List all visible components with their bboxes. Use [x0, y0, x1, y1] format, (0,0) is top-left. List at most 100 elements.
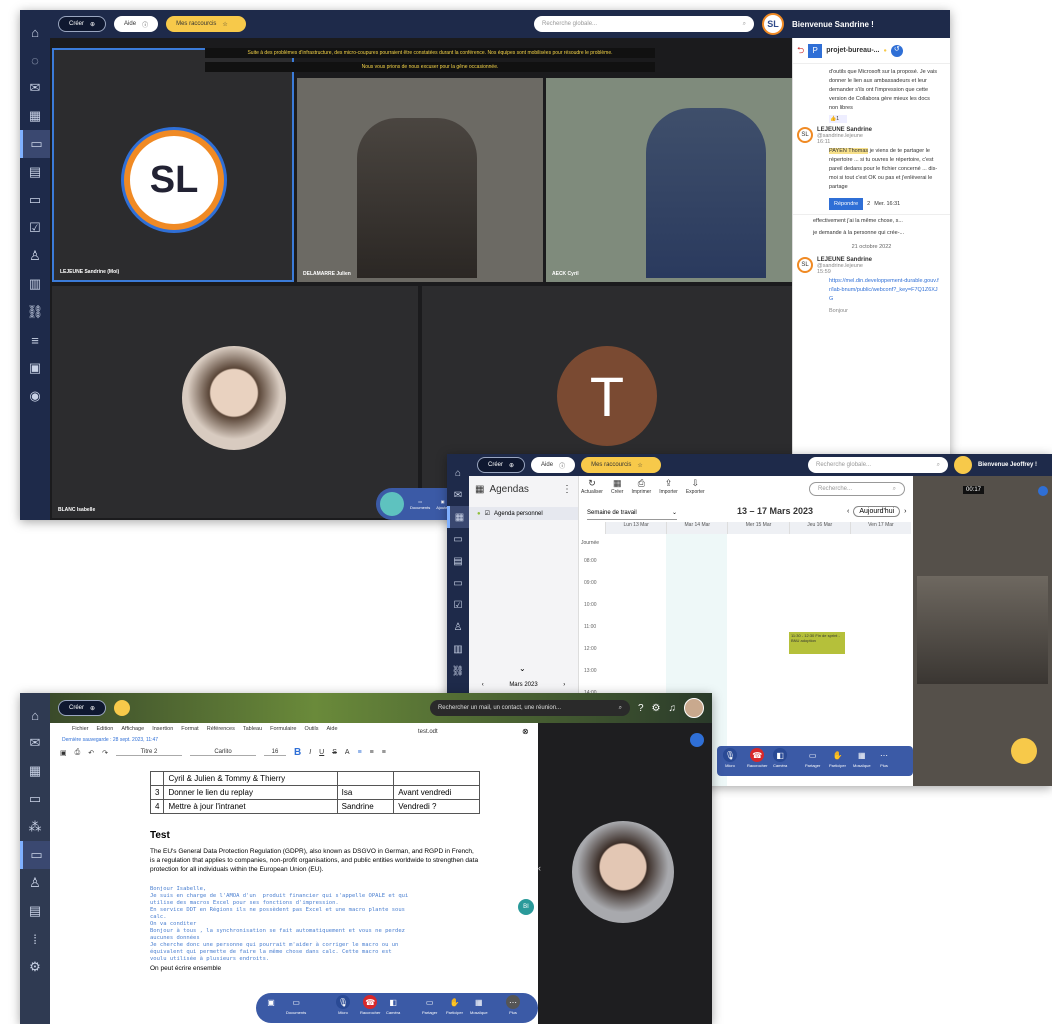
- help-button[interactable]: Aide ⓘ: [114, 16, 159, 32]
- save-icon[interactable]: ▣: [60, 749, 67, 757]
- contacts-icon[interactable]: ♙: [20, 869, 50, 897]
- checkbox-icon[interactable]: ☑: [485, 510, 490, 517]
- mention[interactable]: PAYEN Thomas: [829, 148, 869, 154]
- participate-button[interactable]: ✋ Participer: [829, 748, 846, 769]
- create-button[interactable]: Créer ⊕: [58, 700, 107, 716]
- document-icon[interactable]: ▥: [20, 270, 50, 298]
- home-icon[interactable]: ⌂: [447, 462, 469, 484]
- size-select[interactable]: 16: [263, 749, 286, 756]
- notes-icon[interactable]: ▤: [20, 897, 50, 925]
- camera-button[interactable]: ◧ Caméra: [386, 995, 400, 1016]
- apps-button[interactable]: [380, 492, 404, 516]
- global-search-input[interactable]: Recherche globale... ⌕: [808, 457, 948, 473]
- print-icon[interactable]: ⎙: [75, 749, 81, 757]
- collapse-panel-icon[interactable]: ‹: [538, 863, 541, 873]
- back-icon[interactable]: ⮌: [797, 43, 804, 59]
- more-button[interactable]: ⋯ Plus: [506, 995, 520, 1015]
- undo-icon[interactable]: ↶: [88, 749, 94, 757]
- tasks-icon[interactable]: ☑: [447, 594, 469, 616]
- shortcuts-button[interactable]: Mes raccourcis ☆: [166, 16, 247, 32]
- strike-icon[interactable]: S: [332, 749, 337, 756]
- documents-button[interactable]: ▣: [264, 995, 278, 1009]
- mic-button[interactable]: 🎙 Micro: [723, 748, 737, 768]
- thread-2[interactable]: je demande à la personne qui crée-...: [793, 227, 950, 239]
- more-button[interactable]: ⋯ Plus: [877, 748, 891, 769]
- export-button[interactable]: ⇩ Exporter: [686, 478, 705, 495]
- print-button[interactable]: ⎙ Imprimer: [631, 478, 651, 495]
- today-button[interactable]: Aujourd'hui: [853, 506, 901, 517]
- board-icon[interactable]: ▣: [20, 354, 50, 382]
- font-color-icon[interactable]: A: [345, 749, 350, 756]
- participate-button[interactable]: ✋ Participer: [446, 995, 463, 1016]
- camera-button[interactable]: ◧ Caméra: [773, 748, 787, 768]
- help-button[interactable]: Aide ⓘ: [531, 457, 576, 473]
- document-page[interactable]: Cyril & Julien & Tommy & Thierry 3 Donner…: [150, 771, 510, 1024]
- avatar[interactable]: [954, 456, 972, 474]
- redo-icon[interactable]: ↷: [102, 749, 108, 757]
- documents-label-button[interactable]: ▭ Documents: [286, 995, 306, 1016]
- reply-button[interactable]: Répondre: [829, 198, 864, 210]
- align-left-icon[interactable]: ≡: [358, 749, 362, 756]
- video-tile-julien[interactable]: DELAMARRE Julien: [297, 78, 543, 282]
- share-button[interactable]: ▭ Partager: [422, 995, 437, 1016]
- chat-icon[interactable]: ▭: [20, 130, 50, 158]
- menu-item[interactable]: Format: [181, 726, 198, 732]
- chat-bubble-button[interactable]: [1011, 738, 1037, 764]
- settings-icon[interactable]: ⚙: [20, 953, 50, 981]
- menu-item[interactable]: Références: [207, 726, 235, 732]
- menu-item[interactable]: Fichier: [72, 726, 89, 732]
- video-tile-isabelle[interactable]: BLANC Isabelle: [52, 286, 418, 518]
- folder-icon[interactable]: ▭: [20, 186, 50, 214]
- mail-icon[interactable]: ✉: [20, 74, 50, 102]
- italic-icon[interactable]: I: [309, 749, 311, 756]
- chat-icon[interactable]: ▭: [447, 528, 469, 550]
- help-icon[interactable]: ?: [638, 703, 644, 714]
- mail-icon[interactable]: ✉: [20, 729, 50, 757]
- refresh-button[interactable]: ↻ Actualiser: [581, 478, 603, 495]
- underline-icon[interactable]: U: [319, 749, 324, 756]
- menu-item[interactable]: Outils: [304, 726, 318, 732]
- expand-icon[interactable]: [1038, 486, 1048, 496]
- global-search-input[interactable]: Rechercher un mail, un contact, une réun…: [429, 700, 630, 716]
- align-center-icon[interactable]: ≡: [370, 749, 374, 756]
- more-icon[interactable]: ⋮: [562, 484, 572, 495]
- shortcuts-button[interactable]: Mes raccourcis ☆: [581, 457, 662, 473]
- contacts-icon[interactable]: ♙: [20, 242, 50, 270]
- bold-icon[interactable]: B: [294, 747, 301, 758]
- menu-item[interactable]: Edition: [97, 726, 114, 732]
- participant-video[interactable]: [917, 576, 1048, 684]
- menu-item[interactable]: Formulaire: [270, 726, 296, 732]
- menu-item[interactable]: Aide: [327, 726, 338, 732]
- home-icon[interactable]: ⌂: [20, 18, 50, 46]
- share-button[interactable]: ▭ Partager: [805, 748, 820, 769]
- style-select[interactable]: Titre 2: [115, 749, 182, 756]
- forms-icon[interactable]: ≡: [20, 326, 50, 354]
- align-right-icon[interactable]: ≡: [382, 749, 386, 756]
- calendar-icon[interactable]: ▦: [20, 102, 50, 130]
- tasks-icon[interactable]: ☑: [20, 214, 50, 242]
- reaction[interactable]: 👍1: [829, 115, 847, 123]
- prev-month-icon[interactable]: ‹: [482, 682, 484, 688]
- video-tile-cyril[interactable]: AECK Cyril: [546, 78, 792, 282]
- document-icon[interactable]: ▥: [447, 638, 469, 660]
- create-button[interactable]: Créer ⊕: [58, 16, 107, 32]
- mic-button[interactable]: 🎙 Micro: [336, 995, 350, 1015]
- menu-item[interactable]: Affichage: [121, 726, 144, 732]
- agenda-item[interactable]: ● ☑ Agenda personnel: [469, 507, 578, 520]
- avatar[interactable]: [684, 698, 704, 718]
- calendar-icon[interactable]: ▦: [447, 506, 469, 528]
- collab-bubble[interactable]: BI: [518, 899, 534, 915]
- menu-item[interactable]: Tableau: [243, 726, 262, 732]
- channel-name[interactable]: projet-bureau-...: [826, 47, 879, 54]
- network-icon[interactable]: ⁂: [20, 813, 50, 841]
- home-icon[interactable]: ⌂: [20, 701, 50, 729]
- contacts-icon[interactable]: ♙: [447, 616, 469, 638]
- chat-icon[interactable]: ▭: [20, 785, 50, 813]
- video-tile-self[interactable]: SL LEJEUNE Sandrine (Moi): [52, 48, 294, 282]
- documents-button[interactable]: ▭ Documents: [410, 499, 430, 510]
- menu-item[interactable]: Insertion: [152, 726, 173, 732]
- view-select[interactable]: Semaine de travail ⌄: [587, 506, 677, 520]
- hangup-button[interactable]: ☎ Raccrocher: [360, 995, 380, 1015]
- folder-icon[interactable]: ▭: [447, 572, 469, 594]
- close-icon[interactable]: ⊗: [522, 727, 529, 736]
